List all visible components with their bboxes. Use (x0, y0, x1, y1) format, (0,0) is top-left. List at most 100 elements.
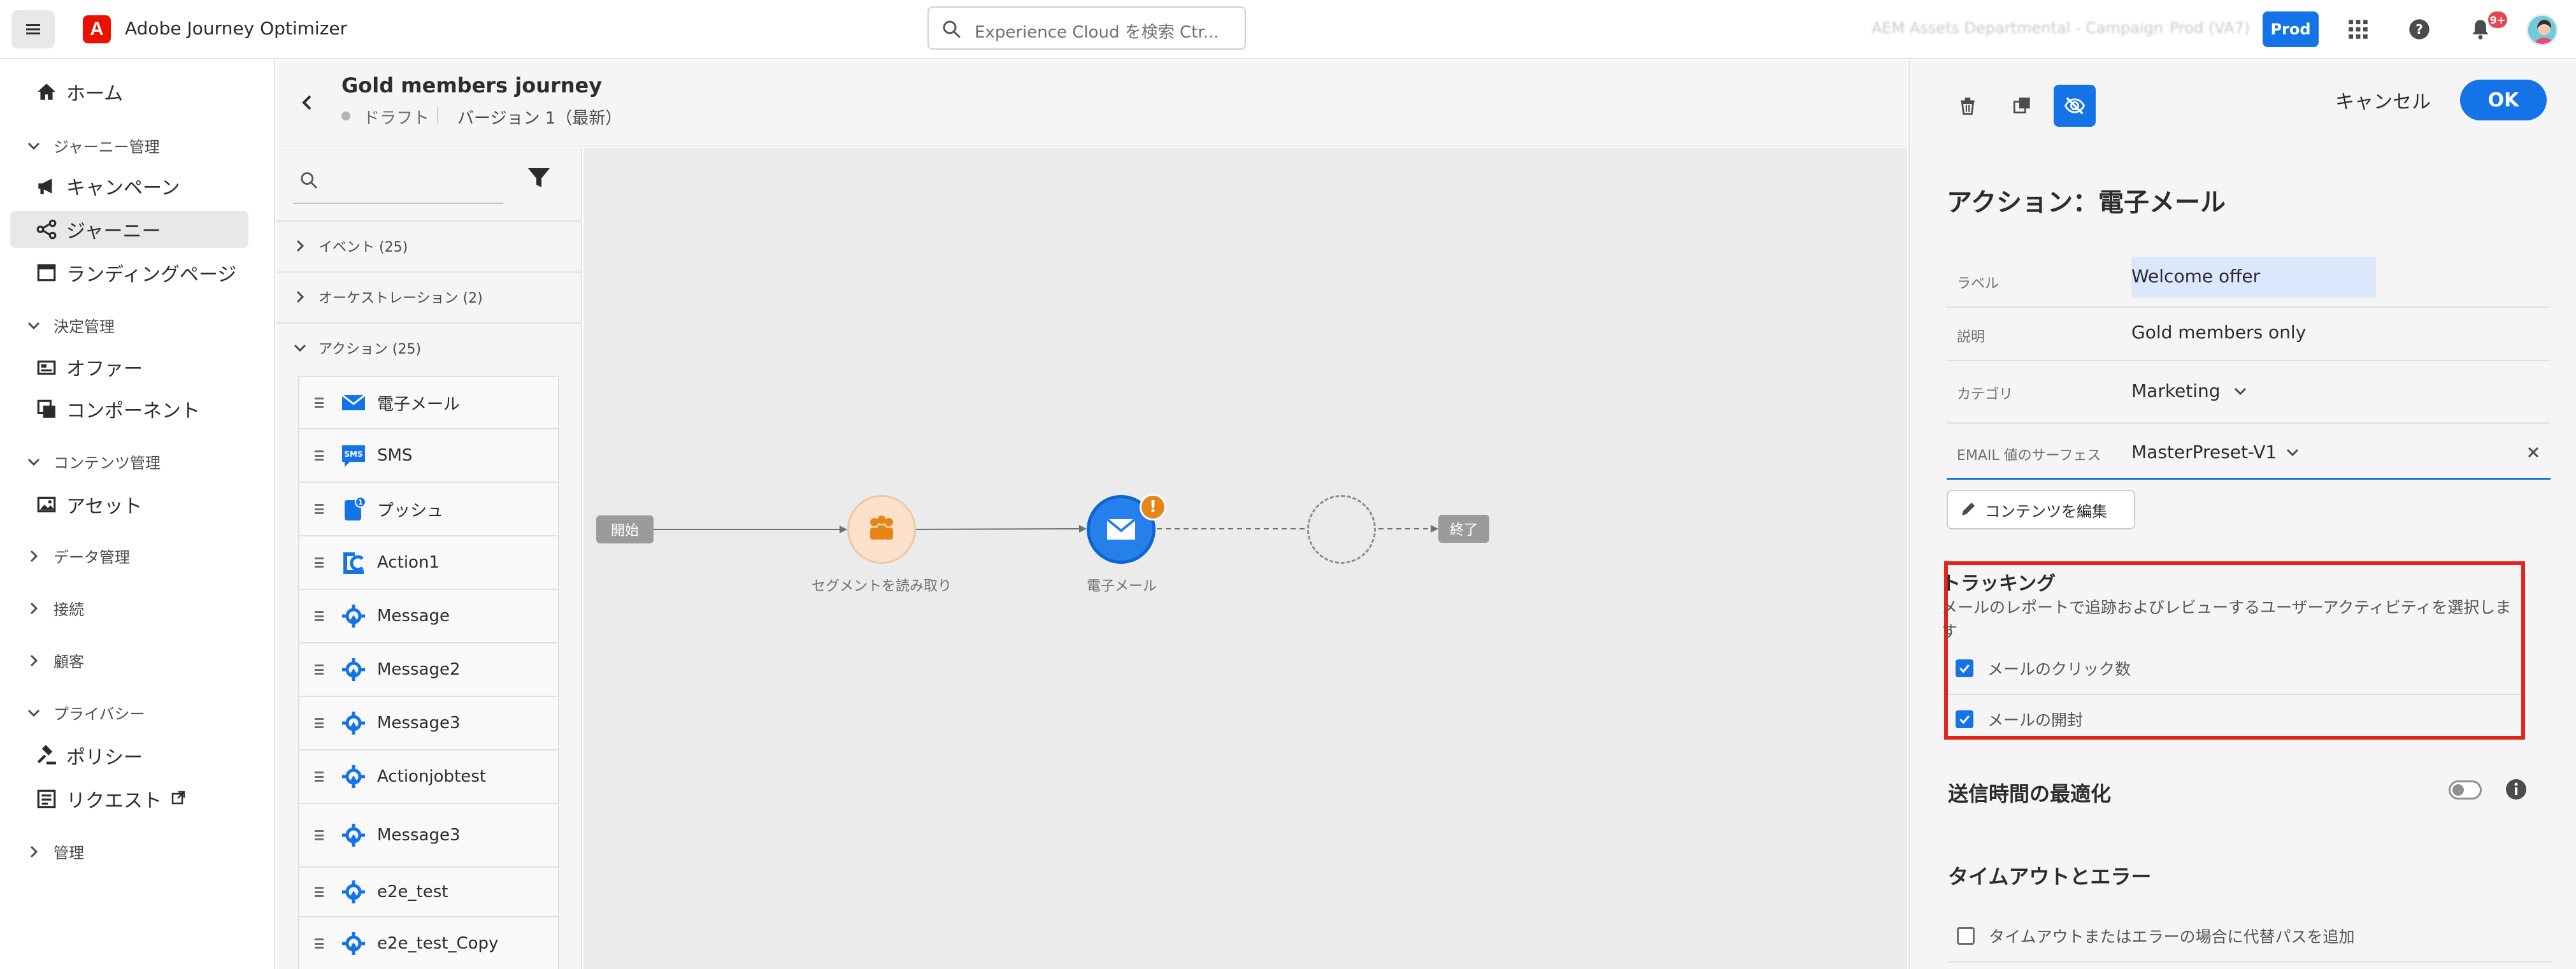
clear-icon[interactable] (2525, 444, 2542, 461)
custom-action-icon (340, 549, 367, 576)
checkbox-checked-icon (1956, 710, 1973, 728)
palette-item-label: 電子メール (377, 394, 461, 414)
nav-item-offers[interactable]: オファー (10, 348, 248, 385)
palette-item-label: Message3 (377, 826, 461, 845)
palette-item-action1[interactable]: Action1 (298, 536, 559, 590)
nav-label: コンポーネント (66, 400, 200, 422)
palette-item-email[interactable]: 電子メール (298, 376, 559, 429)
palette-item-e2e-test-copy[interactable]: e2e_test_Copy (298, 917, 559, 969)
nav-item-campaigns[interactable]: キャンペーン (10, 168, 248, 205)
help-icon[interactable]: ? (2404, 14, 2435, 45)
alternate-path-checkbox[interactable]: タイムアウトまたはエラーの場合に代替パスを追加 (1957, 924, 2355, 947)
section-label: イベント (25) (318, 240, 408, 255)
palette-section-actions[interactable]: アクション (25) (276, 322, 581, 372)
drag-handle-icon (315, 664, 324, 675)
svg-text:?: ? (2415, 22, 2423, 37)
duplicate-icon[interactable] (2005, 89, 2040, 123)
campaign-message-icon (340, 656, 367, 683)
panel-title: アクション：電子メール (1947, 188, 2226, 217)
nav-item-landing-pages[interactable]: ランディングページ (10, 254, 248, 291)
nav-item-components[interactable]: コンポーネント (10, 391, 248, 427)
field-label: 説明 (1957, 329, 1986, 345)
drag-handle-icon (315, 504, 324, 514)
palette-item-message2[interactable]: Message2 (298, 643, 559, 697)
drag-handle-icon (315, 938, 324, 949)
nav-section-data-mgmt[interactable]: データ管理 (25, 545, 130, 567)
palette-search-input[interactable] (293, 157, 503, 204)
chevron-down-icon (27, 458, 40, 466)
track-clicks-checkbox[interactable]: メールのクリック数 (1956, 657, 2131, 680)
global-search-input[interactable]: Experience Cloud を検索 Ctr... (927, 6, 1246, 50)
end-node[interactable]: 終了 (1438, 515, 1489, 543)
landing-page-icon (34, 261, 59, 285)
back-chevron-icon[interactable] (296, 91, 318, 114)
gavel-icon (34, 743, 59, 768)
read-segment-label: セグメントを読み取り (811, 578, 952, 594)
chevron-right-icon (30, 550, 38, 562)
delete-icon[interactable] (1950, 89, 1985, 123)
journey-canvas[interactable]: 開始 セグメントを読み取り ! 電子メール 終了 (583, 148, 1907, 969)
nav-item-journeys[interactable]: ジャーニー (10, 211, 248, 248)
app-title[interactable]: Adobe Journey Optimizer (125, 18, 347, 39)
sandbox-switcher[interactable]: Prod (VA7) (2170, 19, 2250, 37)
track-opens-checkbox[interactable]: メールの開封 (1956, 708, 2083, 731)
nav-item-requests[interactable]: リクエスト (10, 780, 248, 817)
campaign-message-icon (340, 879, 367, 905)
nav-section-connections[interactable]: 接続 (25, 597, 84, 619)
nav-section-label: プライバシー (54, 705, 145, 723)
org-switcher[interactable]: AEM Assets Departmental - Campaign (1871, 19, 2163, 37)
user-avatar[interactable] (2526, 14, 2558, 46)
warning-icon[interactable]: ! (1140, 494, 1166, 520)
filter-icon[interactable] (526, 166, 552, 191)
nav-section-decision-mgmt[interactable]: 決定管理 (25, 314, 115, 336)
palette-item-sms[interactable]: SMS SMS (298, 429, 559, 483)
palette-item-message3-b[interactable]: Message3 (298, 804, 559, 868)
cancel-button[interactable]: キャンセル (2335, 86, 2431, 114)
description-input[interactable]: Gold members only (2131, 322, 2306, 343)
read-segment-node[interactable] (847, 495, 916, 564)
nav-section-admin[interactable]: 管理 (25, 840, 84, 863)
palette-section-events[interactable]: イベント (25) (276, 220, 581, 270)
label-field-row: ラベル Welcome offer (1947, 255, 2551, 308)
nav-section-label: 決定管理 (54, 318, 115, 336)
nav-item-policies[interactable]: ポリシー (10, 737, 248, 774)
palette-item-label: Message3 (377, 714, 461, 733)
menu-icon[interactable] (11, 10, 55, 48)
palette-item-actionjobtest[interactable]: Actionjobtest (298, 750, 559, 804)
nav-item-assets[interactable]: アセット (10, 486, 248, 523)
palette-section-orchestration[interactable]: オーケストレーション (2) (276, 271, 581, 321)
send-time-toggle[interactable] (2449, 780, 2482, 800)
info-icon[interactable] (2505, 778, 2528, 801)
nav-section-privacy[interactable]: プライバシー (25, 701, 145, 724)
environment-button[interactable]: Prod (2263, 11, 2319, 47)
palette-item-e2e-test[interactable]: e2e_test (298, 868, 559, 917)
palette-item-label: SMS (377, 446, 413, 465)
edit-content-label: コンテンツを編集 (1985, 502, 2107, 520)
nav-item-home[interactable]: ホーム (10, 73, 248, 110)
palette-item-push[interactable]: 1 プッシュ (298, 483, 559, 536)
nav-section-label: 管理 (54, 844, 84, 862)
nav-label: リクエスト (66, 790, 162, 812)
empty-placeholder-node[interactable] (1307, 495, 1376, 564)
edit-content-button[interactable]: コンテンツを編集 (1947, 490, 2135, 529)
nav-section-customers[interactable]: 顧客 (25, 649, 84, 671)
surface-field-row: EMAIL 値のサーフェス MasterPreset-V1 (1947, 425, 2551, 480)
nav-section-journey-mgmt[interactable]: ジャーニー管理 (25, 134, 160, 157)
svg-text:1: 1 (358, 498, 363, 506)
start-node[interactable]: 開始 (596, 515, 654, 543)
surface-dropdown[interactable]: MasterPreset-V1 (2131, 441, 2301, 463)
nav-section-content-mgmt[interactable]: コンテンツ管理 (25, 450, 161, 473)
category-dropdown[interactable]: Marketing (2131, 380, 2249, 401)
drag-handle-icon (315, 398, 324, 408)
adobe-logo-icon[interactable]: A (83, 15, 111, 43)
label-value: Welcome offer (2131, 266, 2261, 287)
apps-grid-icon[interactable] (2343, 14, 2373, 45)
chevron-down-icon (2287, 449, 2299, 456)
category-field-row: カテゴリ Marketing (1947, 362, 2551, 424)
ok-button[interactable]: OK (2460, 80, 2547, 120)
campaign-message-icon (340, 822, 367, 849)
top-bar: A Adobe Journey Optimizer Experience Clo… (0, 0, 2576, 59)
palette-item-message[interactable]: Message (298, 590, 559, 643)
palette-item-message3[interactable]: Message3 (298, 697, 559, 750)
visibility-off-icon[interactable] (2054, 85, 2096, 127)
